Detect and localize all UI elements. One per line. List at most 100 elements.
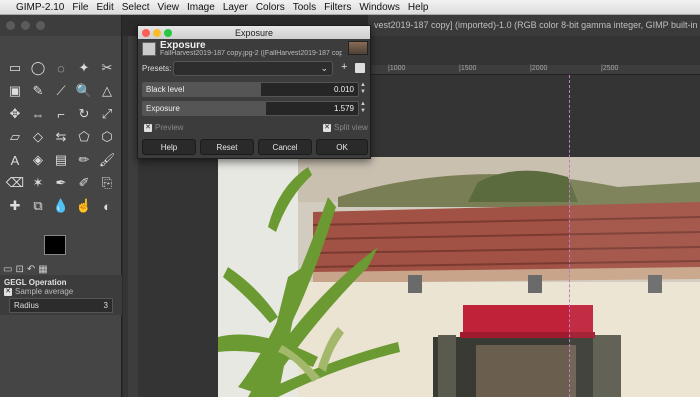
zoom-icon[interactable]: 🔍: [73, 80, 95, 102]
menu-edit[interactable]: Edit: [96, 2, 121, 13]
menu-colors[interactable]: Colors: [256, 2, 293, 13]
tool-grid: ▭ ◯ ◌ ✦ ✂ ▣ ✎ ⟋ 🔍 △ ✥ ⇔ ⌐ ↻ ⤢ ▱ ◇ ⇆ ⬠ ⬡ …: [4, 57, 118, 217]
split-view-toggle[interactable]: ✕ Split view: [323, 123, 368, 132]
color-picker-icon[interactable]: ⟋: [50, 80, 72, 102]
exposure-icon: [142, 42, 156, 56]
images-tab-icon[interactable]: ▦: [38, 264, 47, 275]
measure-icon[interactable]: △: [96, 80, 118, 102]
warp-icon[interactable]: ⬡: [96, 126, 118, 148]
dodge-burn-icon[interactable]: ◐: [96, 195, 118, 217]
ellipse-select-icon[interactable]: ◯: [27, 57, 49, 79]
ruler-mark: |2500: [601, 65, 619, 72]
foreground-color[interactable]: [44, 235, 66, 255]
menu-help[interactable]: Help: [408, 2, 437, 13]
add-preset-button[interactable]: +: [341, 61, 347, 73]
presets-dropdown[interactable]: ⌄: [173, 61, 333, 76]
window-close-icon[interactable]: [6, 21, 15, 30]
foreground-select-icon[interactable]: ▣: [4, 80, 26, 102]
blur-icon[interactable]: 💧: [50, 195, 72, 217]
photo-image: [218, 157, 700, 397]
menu-filters[interactable]: Filters: [324, 2, 359, 13]
pencil-icon[interactable]: ✏: [73, 149, 95, 171]
exposure-label: Exposure: [146, 104, 180, 113]
black-level-spinner[interactable]: ▲ ▼: [359, 82, 367, 97]
menu-windows[interactable]: Windows: [359, 2, 408, 13]
horizontal-ruler[interactable]: |1000 |1500 |2000 |2500: [368, 65, 700, 75]
color-swatches[interactable]: [42, 233, 82, 263]
black-level-label: Black level: [146, 85, 185, 94]
menu-layer[interactable]: Layer: [223, 2, 256, 13]
menu-file[interactable]: File: [72, 2, 96, 13]
exposure-dialog: Exposure Exposure FallHarvest2019-187 co…: [137, 25, 371, 159]
preset-menu-icon[interactable]: [355, 63, 365, 73]
airbrush-icon[interactable]: ✶: [27, 172, 49, 194]
black-level-slider[interactable]: Black level 0.010: [142, 82, 359, 97]
scissors-icon[interactable]: ✂: [96, 57, 118, 79]
flip-icon[interactable]: ⇆: [50, 126, 72, 148]
exposure-value: 1.579: [333, 104, 354, 113]
lasso-icon[interactable]: ◌: [50, 57, 72, 79]
menu-view[interactable]: View: [158, 2, 188, 13]
eraser-icon[interactable]: ⌫: [4, 172, 26, 194]
menu-tools[interactable]: Tools: [293, 2, 324, 13]
preview-checkbox[interactable]: ✕: [144, 123, 152, 132]
ruler-mark: |1500: [459, 65, 477, 72]
menu-select[interactable]: Select: [122, 2, 158, 13]
smudge-icon[interactable]: ☝: [73, 195, 95, 217]
dock-tabs: ▭ ⊡ ↶ ▦: [3, 264, 48, 275]
app-menu[interactable]: GIMP-2.10: [16, 2, 72, 13]
split-view-checkbox[interactable]: ✕: [323, 123, 331, 132]
dialog-window-title: Exposure: [234, 27, 274, 38]
preview-toggle[interactable]: ✕ Preview: [144, 123, 183, 132]
cancel-button[interactable]: Cancel: [258, 139, 312, 155]
photo-canvas[interactable]: [218, 157, 700, 397]
split-view-guide[interactable]: [569, 75, 570, 397]
presets-label: Presets:: [142, 64, 172, 73]
ruler-mark: |1000: [388, 65, 406, 72]
heal-icon[interactable]: ✚: [4, 195, 26, 217]
mypaint-brush-icon[interactable]: ✐: [73, 172, 95, 194]
split-view-label: Split view: [334, 123, 368, 132]
window-minimize-icon[interactable]: [21, 21, 30, 30]
device-status-tab-icon[interactable]: ⊡: [15, 264, 23, 275]
sample-average-option[interactable]: ✕ Sample average: [4, 287, 73, 296]
image-window-title: vest2019-187 copy] (imported)-1.0 (RGB c…: [368, 15, 700, 36]
paintbrush-icon[interactable]: 🖌: [96, 149, 118, 171]
crop-icon[interactable]: ⌐: [50, 103, 72, 125]
radius-field[interactable]: Radius 3: [9, 298, 113, 313]
tool-options-tab-icon[interactable]: ▭: [3, 264, 12, 275]
window-zoom-icon[interactable]: [36, 21, 45, 30]
align-icon[interactable]: ⇔: [27, 103, 49, 125]
sample-average-checkbox[interactable]: ✕: [4, 287, 12, 296]
move-icon[interactable]: ✥: [4, 103, 26, 125]
rotate-icon[interactable]: ↻: [73, 103, 95, 125]
exposure-spinner[interactable]: ▲ ▼: [359, 101, 367, 116]
radius-label: Radius: [14, 301, 39, 310]
reset-button[interactable]: Reset: [200, 139, 254, 155]
ink-icon[interactable]: ✒: [50, 172, 72, 194]
exposure-slider[interactable]: Exposure 1.579: [142, 101, 359, 116]
paths-icon[interactable]: ✎: [27, 80, 49, 102]
blend-icon[interactable]: ▤: [50, 149, 72, 171]
gegl-operation-title: GEGL Operation: [4, 278, 67, 287]
toolbox-panel: ▭ ◯ ◌ ✦ ✂ ▣ ✎ ⟋ 🔍 △ ✥ ⇔ ⌐ ↻ ⤢ ▱ ◇ ⇆ ⬠ ⬡ …: [0, 15, 122, 397]
cage-icon[interactable]: ⬠: [73, 126, 95, 148]
undo-history-tab-icon[interactable]: ↶: [27, 264, 35, 275]
black-level-value: 0.010: [333, 85, 354, 94]
rect-select-icon[interactable]: ▭: [4, 57, 26, 79]
scale-icon[interactable]: ⤢: [96, 103, 118, 125]
perspective-clone-icon[interactable]: ⧉: [27, 195, 49, 217]
fuzzy-select-icon[interactable]: ✦: [73, 57, 95, 79]
help-button[interactable]: Help: [142, 139, 196, 155]
ruler-mark: |2000: [530, 65, 548, 72]
chevron-down-icon: ⌄: [320, 63, 328, 73]
image-thumbnail: [348, 41, 368, 55]
shear-icon[interactable]: ▱: [4, 126, 26, 148]
clone-icon[interactable]: ⎘: [96, 172, 118, 194]
bucket-fill-icon[interactable]: ◈: [27, 149, 49, 171]
perspective-icon[interactable]: ◇: [27, 126, 49, 148]
ok-button[interactable]: OK: [316, 139, 368, 155]
menu-image[interactable]: Image: [187, 2, 223, 13]
dialog-header: Exposure FallHarvest2019-187 copy.jpg-2 …: [138, 39, 372, 61]
text-icon[interactable]: A: [4, 149, 26, 171]
